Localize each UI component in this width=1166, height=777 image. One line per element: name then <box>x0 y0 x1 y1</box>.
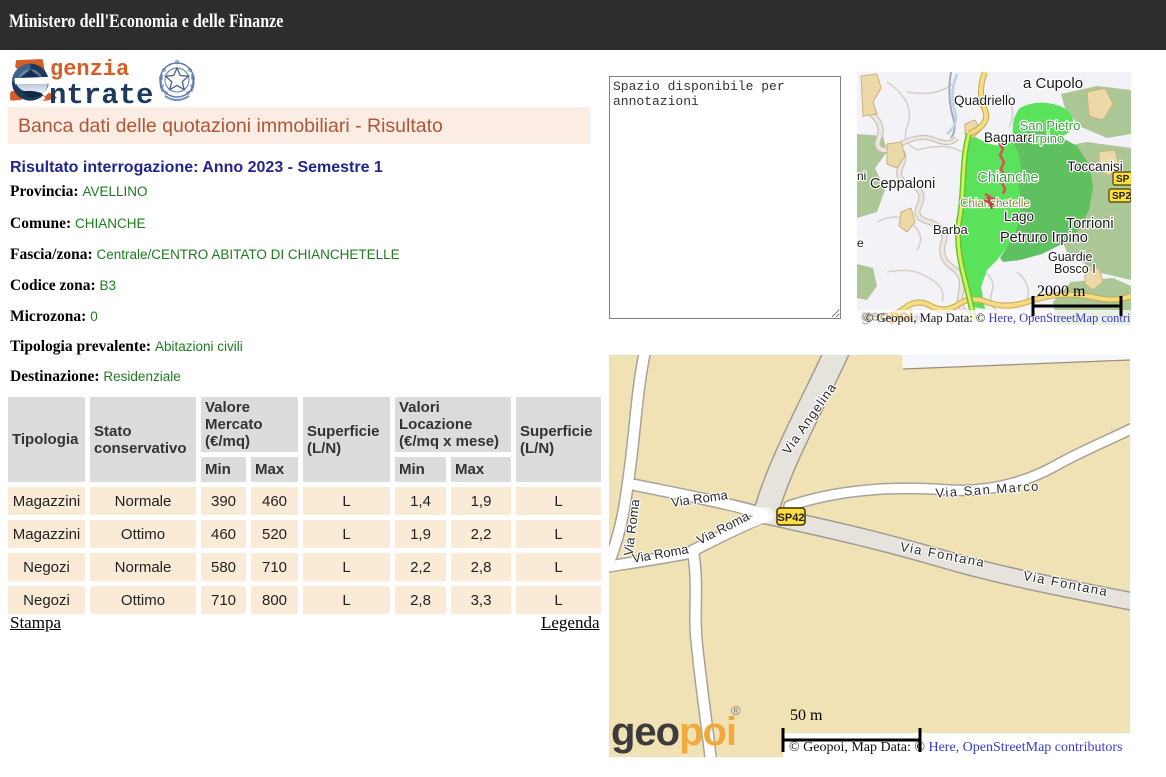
svg-text:SP2: SP2 <box>1112 191 1131 202</box>
svg-text:a Cupolo: a Cupolo <box>1023 75 1083 92</box>
svg-text:Lago: Lago <box>1004 209 1034 224</box>
svg-text:Barba: Barba <box>933 222 968 237</box>
svg-text:geopoi: geopoi <box>611 710 736 754</box>
svg-text:SP: SP <box>1116 174 1130 185</box>
svg-text:®: ® <box>731 703 741 718</box>
svg-text:e: e <box>857 236 864 250</box>
svg-text:50 m: 50 m <box>790 707 823 724</box>
svg-text:Ceppaloni: Ceppaloni <box>870 176 935 192</box>
svg-text:© Geopoi, Map Data: © Here, Op: © Geopoi, Map Data: © Here, OpenStreetMa… <box>789 740 1122 755</box>
svg-text:2000 m: 2000 m <box>1037 283 1086 300</box>
svg-text:Bosco I: Bosco I <box>1054 262 1096 276</box>
svg-text:© Geopoi, Map Data: © Here, Op: © Geopoi, Map Data: © Here, OpenStreetMa… <box>864 311 1131 325</box>
svg-text:Chianche: Chianche <box>977 170 1038 186</box>
svg-text:Irpino: Irpino <box>1032 131 1065 146</box>
svg-text:Petruro Irpino: Petruro Irpino <box>1000 230 1088 246</box>
svg-text:ni: ni <box>857 169 866 183</box>
svg-text:SP42: SP42 <box>778 512 805 524</box>
svg-text:Quadriello: Quadriello <box>954 93 1016 108</box>
